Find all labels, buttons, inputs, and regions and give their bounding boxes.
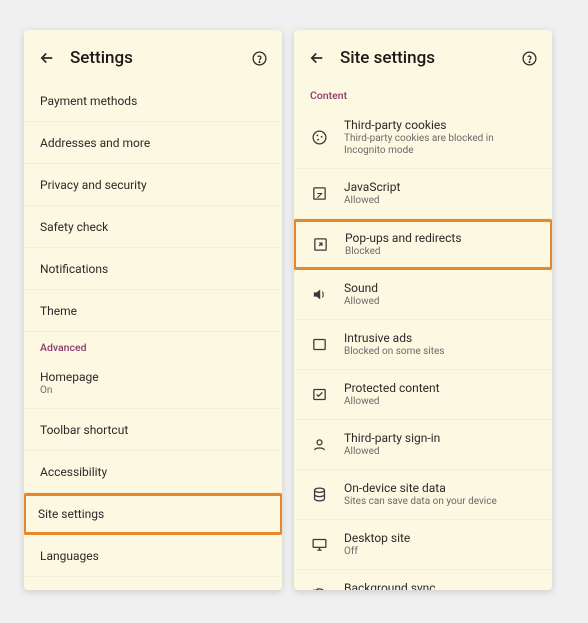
row-desktop-site[interactable]: Desktop siteOff bbox=[294, 520, 552, 570]
desktop-icon bbox=[308, 534, 330, 556]
javascript-icon bbox=[308, 183, 330, 205]
header: Site settings bbox=[294, 30, 552, 80]
section-advanced: Advanced bbox=[24, 332, 282, 359]
help-icon[interactable] bbox=[250, 49, 268, 67]
row-label: Accessibility bbox=[40, 465, 266, 479]
site-settings-screen: Site settings Content Third-party cookie… bbox=[294, 30, 552, 590]
row-label: Background sync bbox=[344, 581, 536, 590]
row-label: Toolbar shortcut bbox=[40, 423, 266, 437]
row-label: JavaScript bbox=[344, 180, 536, 194]
row-sublabel: Third-party cookies are blocked in Incog… bbox=[344, 133, 536, 157]
row-sublabel: Blocked bbox=[345, 246, 537, 258]
row-site-settings[interactable]: Site settings bbox=[24, 493, 282, 535]
row-site-data[interactable]: On-device site dataSites can save data o… bbox=[294, 470, 552, 520]
row-label: Addresses and more bbox=[40, 136, 266, 150]
row-toolbar-shortcut[interactable]: Toolbar shortcut bbox=[24, 409, 282, 451]
row-privacy[interactable]: Privacy and security bbox=[24, 164, 282, 206]
row-addresses[interactable]: Addresses and more bbox=[24, 122, 282, 164]
row-homepage[interactable]: HomepageOn bbox=[24, 359, 282, 409]
row-label: Notifications bbox=[40, 262, 266, 276]
row-theme[interactable]: Theme bbox=[24, 290, 282, 332]
row-label: Intrusive ads bbox=[344, 331, 536, 345]
ads-icon bbox=[308, 334, 330, 356]
row-label: Third-party cookies bbox=[344, 118, 536, 132]
settings-list: Payment methods Addresses and more Priva… bbox=[24, 80, 282, 590]
row-sublabel: On bbox=[40, 385, 266, 397]
row-sublabel: Allowed bbox=[344, 195, 536, 207]
row-label: Third-party sign-in bbox=[344, 431, 536, 445]
row-sublabel: Allowed bbox=[344, 446, 536, 458]
row-safety-check[interactable]: Safety check bbox=[24, 206, 282, 248]
cookie-icon bbox=[308, 127, 330, 149]
back-arrow-icon[interactable] bbox=[38, 49, 56, 67]
row-signin[interactable]: Third-party sign-inAllowed bbox=[294, 420, 552, 470]
protected-icon bbox=[308, 384, 330, 406]
row-sublabel: Allowed bbox=[344, 296, 536, 308]
row-sound[interactable]: SoundAllowed bbox=[294, 270, 552, 320]
row-background-sync[interactable]: Background syncAllowed bbox=[294, 570, 552, 590]
row-accessibility[interactable]: Accessibility bbox=[24, 451, 282, 493]
site-settings-list: Content Third-party cookiesThird-party c… bbox=[294, 80, 552, 590]
back-arrow-icon[interactable] bbox=[308, 49, 326, 67]
settings-screen: Settings Payment methods Addresses and m… bbox=[24, 30, 282, 590]
help-icon[interactable] bbox=[520, 49, 538, 67]
row-label: Sound bbox=[344, 281, 536, 295]
row-downloads[interactable]: Downloads bbox=[24, 577, 282, 590]
row-sublabel: Off bbox=[344, 546, 536, 558]
sync-icon bbox=[308, 584, 330, 591]
row-sublabel: Sites can save data on your device bbox=[344, 496, 536, 508]
signin-icon bbox=[308, 434, 330, 456]
row-payment-methods[interactable]: Payment methods bbox=[24, 80, 282, 122]
row-label: Desktop site bbox=[344, 531, 536, 545]
page-title: Site settings bbox=[340, 48, 506, 68]
row-protected-content[interactable]: Protected contentAllowed bbox=[294, 370, 552, 420]
row-cookies[interactable]: Third-party cookiesThird-party cookies a… bbox=[294, 107, 552, 169]
row-label: Privacy and security bbox=[40, 178, 266, 192]
row-languages[interactable]: Languages bbox=[24, 535, 282, 577]
row-label: Site settings bbox=[38, 507, 267, 521]
section-content: Content bbox=[294, 80, 552, 107]
database-icon bbox=[308, 484, 330, 506]
row-label: Safety check bbox=[40, 220, 266, 234]
page-title: Settings bbox=[70, 48, 236, 68]
row-label: Theme bbox=[40, 304, 266, 318]
row-label: Protected content bbox=[344, 381, 536, 395]
popup-icon bbox=[309, 234, 331, 256]
row-label: Pop-ups and redirects bbox=[345, 231, 537, 245]
row-javascript[interactable]: JavaScriptAllowed bbox=[294, 169, 552, 219]
row-popups[interactable]: Pop-ups and redirectsBlocked bbox=[294, 219, 552, 270]
header: Settings bbox=[24, 30, 282, 80]
row-sublabel: Allowed bbox=[344, 396, 536, 408]
row-label: On-device site data bbox=[344, 481, 536, 495]
row-label: Homepage bbox=[40, 370, 266, 384]
row-sublabel: Blocked on some sites bbox=[344, 346, 536, 358]
sound-icon bbox=[308, 284, 330, 306]
row-label: Payment methods bbox=[40, 94, 266, 108]
row-intrusive-ads[interactable]: Intrusive adsBlocked on some sites bbox=[294, 320, 552, 370]
row-notifications[interactable]: Notifications bbox=[24, 248, 282, 290]
row-label: Languages bbox=[40, 549, 266, 563]
